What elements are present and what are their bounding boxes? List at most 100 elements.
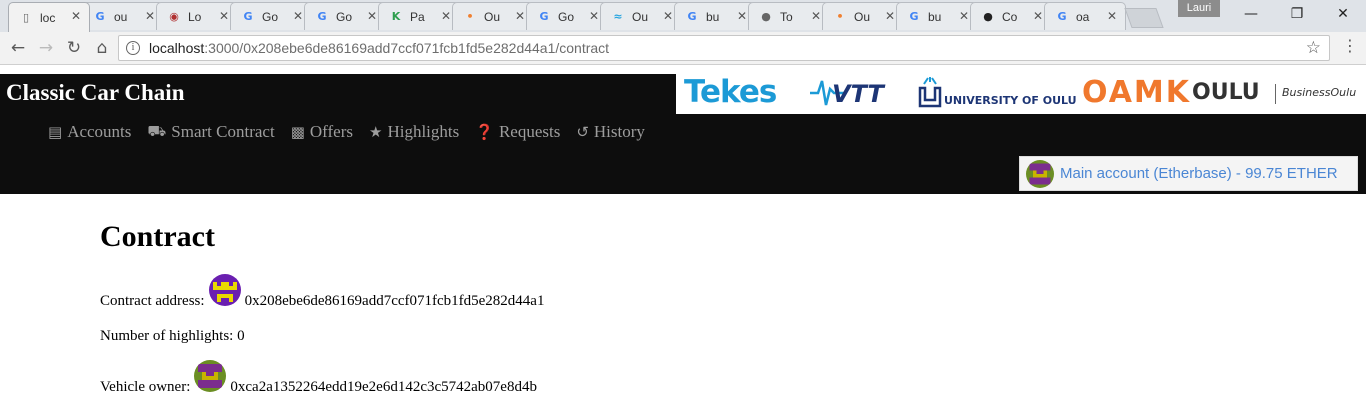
business-oulu-logo: BusinessOulu	[1282, 86, 1357, 99]
tab-close-icon[interactable]: ✕	[663, 9, 673, 23]
tab-title: Go	[262, 9, 279, 24]
tab-title: Ou	[854, 9, 871, 24]
minimize-icon[interactable]: —	[1228, 0, 1274, 28]
restore-icon[interactable]: ❐	[1274, 0, 1320, 28]
nav-label: Requests	[498, 122, 561, 141]
tab-close-icon[interactable]: ✕	[1107, 9, 1117, 23]
tab-title: Ou	[632, 9, 649, 24]
browser-tab[interactable]: Goa ✕	[1044, 2, 1126, 30]
vtt-logo: VTT	[832, 80, 884, 108]
close-window-icon[interactable]: ✕	[1320, 0, 1366, 28]
tab-title: Pa	[410, 9, 425, 24]
tab-close-icon[interactable]: ✕	[219, 9, 229, 23]
tab-title: oa	[1076, 9, 1090, 24]
nav-history[interactable]: ↺ History	[576, 122, 645, 142]
info-icon[interactable]: i	[126, 41, 140, 55]
tab-close-icon[interactable]: ✕	[441, 9, 451, 23]
browser-tab[interactable]: K Pa ✕	[378, 2, 460, 30]
nav-highlights[interactable]: ★ Highlights	[369, 122, 459, 142]
nav-smart-contract[interactable]: ⛟ Smart Contract	[147, 122, 274, 142]
tab-close-icon[interactable]: ✕	[1033, 9, 1043, 23]
main-account-button[interactable]: Main account (Etherbase) - 99.75 ETHER	[1019, 156, 1358, 191]
browser-tab[interactable]: • Ou ✕	[452, 2, 534, 30]
university-of-oulu-logo: UNIVERSITY OF OULU	[944, 94, 1077, 107]
tab-close-icon[interactable]: ✕	[737, 9, 747, 23]
oamk-icon: •	[836, 9, 844, 23]
tab-title: bu	[928, 9, 942, 24]
google-icon: G	[1057, 9, 1067, 23]
google-icon: G	[539, 9, 549, 23]
url-host: localhost	[149, 40, 205, 56]
tab-title: Co	[1002, 9, 1018, 24]
google-icon: G	[95, 9, 105, 23]
tab-close-icon[interactable]: ✕	[71, 9, 81, 23]
new-tab-button[interactable]	[1124, 8, 1164, 28]
profile-button[interactable]: Lauri	[1178, 0, 1220, 17]
nav-label: History	[593, 122, 645, 141]
browser-tab-strip: ▯ loc ✕ Gou ✕ ◉ Lo ✕ G Go ✕ G Go ✕ K Pa ✕ • Ou ✕ G Go ✕ ≈ Ou ✕ Gbu…	[0, 0, 1366, 32]
wikimedia-icon: ◉	[169, 9, 179, 23]
nav-offers[interactable]: ▩ Offers	[291, 122, 353, 142]
tab-title: Ou	[484, 9, 501, 24]
tab-close-icon[interactable]: ✕	[589, 9, 599, 23]
vehicle-owner-row: Vehicle owner: 0xca2a1352264edd19e2e6d14…	[100, 360, 537, 396]
question-icon: ❓	[475, 123, 494, 141]
browser-tab[interactable]: Gbu ✕	[674, 2, 756, 30]
history-icon: ↺	[576, 123, 589, 141]
tab-close-icon[interactable]: ✕	[885, 9, 895, 23]
tab-close-icon[interactable]: ✕	[367, 9, 377, 23]
highlights-count: 0	[237, 328, 245, 344]
google-icon: G	[909, 9, 919, 23]
page-title: Contract	[100, 220, 215, 253]
browser-tab[interactable]: ◉ Lo ✕	[156, 2, 238, 30]
google-icon: G	[687, 9, 697, 23]
bookmark-star-icon[interactable]: ☆	[1306, 38, 1321, 58]
browser-tab[interactable]: ▯ loc ✕	[8, 2, 90, 32]
nav-label: Highlights	[387, 122, 460, 141]
vehicle-owner-value[interactable]: 0xca2a1352264edd19e2e6d142c3c5742ab07e8d…	[230, 379, 537, 396]
site-brand[interactable]: Classic Car Chain	[6, 80, 185, 106]
account-identicon	[1026, 159, 1054, 188]
browser-tab[interactable]: G Go ✕	[304, 2, 386, 30]
vtt-icon: ≈	[613, 9, 623, 23]
forward-icon[interactable]: →	[34, 36, 58, 60]
money-icon: ▩	[290, 123, 305, 141]
home-icon[interactable]: ⌂	[90, 36, 114, 60]
sponsor-logos: Tekes VTT UNIVERSITY OF OULU OAMK OULU B…	[676, 74, 1366, 114]
back-icon[interactable]: ←	[6, 36, 30, 60]
tab-close-icon[interactable]: ✕	[959, 9, 969, 23]
highlights-row: Number of highlights: 0	[100, 328, 245, 345]
tab-close-icon[interactable]: ✕	[811, 9, 821, 23]
google-icon: G	[243, 9, 253, 23]
contract-identicon	[208, 274, 241, 306]
car-icon: ⛟	[147, 122, 167, 140]
tab-close-icon[interactable]: ✕	[515, 9, 525, 23]
browser-tab[interactable]: G Go ✕	[230, 2, 312, 30]
star-icon: ★	[369, 123, 383, 141]
vehicle-owner-label: Vehicle owner:	[100, 379, 191, 395]
id-card-icon: ▤	[48, 123, 63, 141]
browser-tab[interactable]: Gbu ✕	[896, 2, 978, 30]
browser-tab[interactable]: ≈ Ou ✕	[600, 2, 682, 30]
browser-tab[interactable]: Gou ✕	[82, 2, 164, 30]
tab-close-icon[interactable]: ✕	[293, 9, 303, 23]
tab-close-icon[interactable]: ✕	[145, 9, 155, 23]
tab-title: Lo	[188, 9, 202, 24]
browser-menu-icon[interactable]: ⋮	[1342, 36, 1358, 55]
tekes-logo: Tekes	[684, 74, 777, 110]
browser-tab[interactable]: • Ou ✕	[822, 2, 904, 30]
nav-accounts[interactable]: ▤ Accounts	[48, 122, 131, 142]
browser-tab[interactable]: ● Co ✕	[970, 2, 1052, 30]
url-text[interactable]: localhost:3000/0x208ebe6de86169add7ccf07…	[149, 40, 609, 56]
logo-divider	[1275, 84, 1276, 104]
owner-identicon	[194, 360, 227, 392]
google-icon: G	[317, 9, 327, 23]
browser-tab[interactable]: G Go ✕	[526, 2, 608, 30]
address-bar[interactable]: i localhost:3000/0x208ebe6de86169add7ccf…	[118, 35, 1330, 61]
tab-title: To	[780, 9, 793, 24]
reload-icon[interactable]: ↻	[62, 36, 86, 60]
browser-tab[interactable]: ● To ✕	[748, 2, 830, 30]
nav-requests[interactable]: ❓ Requests	[475, 122, 560, 142]
main-nav: ▤ Accounts ⛟ Smart Contract ▩ Offers ★ H…	[48, 122, 661, 142]
url-path: :3000/0x208ebe6de86169add7ccf071fcb1fd5e…	[204, 40, 610, 56]
